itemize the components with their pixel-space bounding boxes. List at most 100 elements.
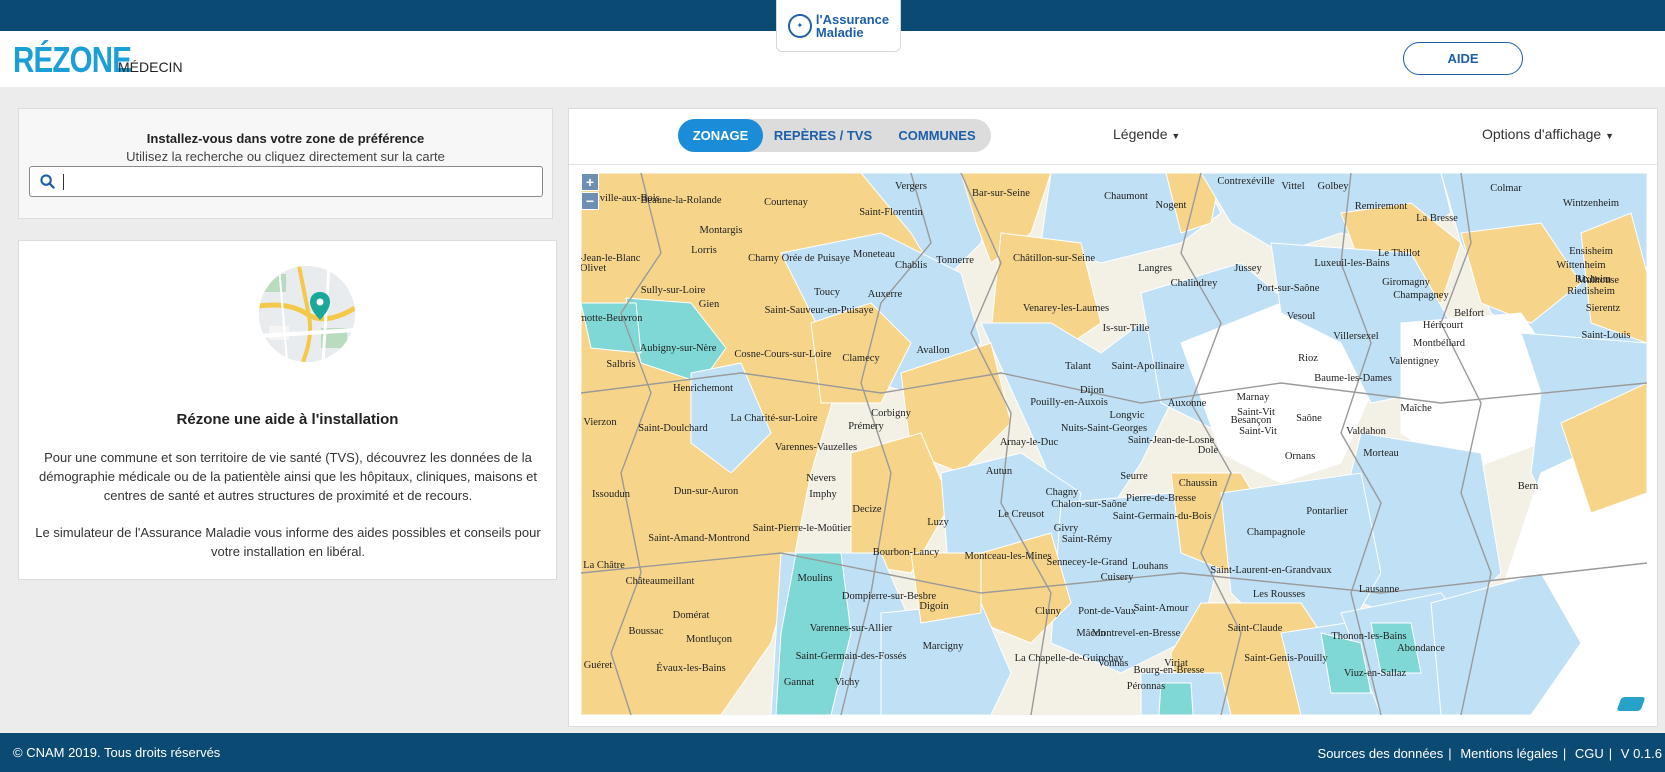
place-label: Ensisheim xyxy=(1569,246,1613,257)
place-label: Arnay-le-Duc xyxy=(999,437,1059,448)
place-label: Marcigny xyxy=(922,641,964,652)
place-label: Lamotte-Beuvron xyxy=(581,313,643,324)
place-label: Châteaumeillant xyxy=(625,576,695,587)
place-label: Sully-sur-Loire xyxy=(640,285,706,296)
help-button[interactable]: AIDE xyxy=(1403,42,1523,75)
search-input[interactable] xyxy=(63,173,513,190)
zoom-in-button[interactable]: + xyxy=(581,173,599,191)
place-label: Contrexéville xyxy=(1217,176,1275,187)
place-label: Saint-Pierre-le-Moûtier xyxy=(752,523,852,534)
place-label: Viuz-en-Sallaz xyxy=(1343,668,1407,679)
place-label: Montrevel-en-Bresse xyxy=(1091,628,1181,639)
place-label: Montargis xyxy=(699,225,743,236)
place-label: Corbigny xyxy=(871,408,911,419)
place-label: Talant xyxy=(1064,361,1092,372)
place-label: Luxeuil-les-Bains xyxy=(1314,258,1390,269)
place-label: Champagney xyxy=(1393,290,1449,301)
place-label: Saint-Rémy xyxy=(1061,534,1113,545)
footer-link-legal[interactable]: Mentions légales xyxy=(1460,746,1558,761)
place-label: Aubigny-sur-Nère xyxy=(639,343,717,354)
place-label: Lorris xyxy=(691,245,717,256)
place-label: Bourbon-Lancy xyxy=(872,547,940,558)
caret-down-icon: ▼ xyxy=(1605,131,1614,141)
place-label: Saint-Apollinaire xyxy=(1111,361,1185,372)
tab-zonage[interactable]: ZONAGE xyxy=(678,119,763,152)
place-label: La Châtre xyxy=(583,560,625,571)
place-label: Golbey xyxy=(1317,181,1349,192)
profession-label: MÉDECIN xyxy=(118,59,183,75)
place-label: Dijon xyxy=(1080,385,1104,396)
place-label: Prémery xyxy=(848,421,884,432)
place-label: Port-sur-Saône xyxy=(1256,283,1320,294)
place-label: Is-sur-Tille xyxy=(1102,323,1150,334)
place-label: Auxerre xyxy=(867,289,903,300)
place-label: Saint-Sauveur-en-Puisaye xyxy=(764,305,874,316)
zoom-out-button[interactable]: − xyxy=(581,192,599,210)
place-label: Pontarlier xyxy=(1306,506,1348,517)
display-options-dropdown[interactable]: Options d'affichage ▼ xyxy=(1482,126,1614,142)
info-panel: Rézone une aide à l'installation Pour un… xyxy=(18,240,557,580)
search-box[interactable] xyxy=(29,166,543,197)
info-paragraph-2: Le simulateur de l'Assurance Maladie vou… xyxy=(35,525,541,559)
place-label: Montceau-les-Mines xyxy=(964,551,1052,562)
place-label: Sennecey-le-Grand xyxy=(1046,557,1128,568)
footer-link-cgu[interactable]: CGU xyxy=(1575,746,1604,761)
place-label: Péronnas xyxy=(1126,681,1166,692)
place-label: Clamecy xyxy=(842,353,880,364)
place-label: Nevers xyxy=(806,473,836,484)
footer-link-sources[interactable]: Sources des données xyxy=(1318,746,1444,761)
place-label: Wittenheim xyxy=(1556,260,1606,271)
map-tabs: ZONAGE REPÈRES / TVS COMMUNES xyxy=(678,119,991,152)
place-label: Morteau xyxy=(1363,448,1399,459)
seal-icon: ✦ xyxy=(787,13,812,38)
legend-dropdown[interactable]: Légende ▼ xyxy=(1113,126,1180,142)
partner-logo-line2: Maladie xyxy=(815,24,864,40)
place-label: Nogent xyxy=(1155,200,1187,211)
zone-teal-18[interactable] xyxy=(581,302,642,354)
place-label: Saint-Germain-du-Bois xyxy=(1112,511,1212,522)
place-label: Digoin xyxy=(919,601,949,612)
place-label: Chagny xyxy=(1045,487,1079,498)
place-label: Cuisery xyxy=(1100,572,1134,583)
place-label: Besançon xyxy=(1230,415,1272,426)
assurance-maladie-logo[interactable]: ✦ l'Assurance Maladie xyxy=(776,0,901,52)
place-label: Jussey xyxy=(1234,263,1262,274)
toolbar-divider xyxy=(569,164,1659,165)
place-label: Remiremont xyxy=(1354,201,1408,212)
place-label: Charny Orée de Puisaye xyxy=(748,253,850,264)
place-label: Maîche xyxy=(1400,403,1432,414)
place-label: Saint-Genis-Pouilly xyxy=(1244,653,1328,664)
info-paragraph-1: Pour une commune et son territoire de vi… xyxy=(39,450,537,503)
place-label: Givry xyxy=(1053,523,1079,534)
tab-communes[interactable]: COMMUNES xyxy=(883,119,991,152)
place-label: Bern xyxy=(1517,481,1539,492)
version-label: V 0.1.6 xyxy=(1620,746,1662,761)
place-label: Tonnerre xyxy=(936,255,974,266)
tab-reperes-tvs[interactable]: REPÈRES / TVS xyxy=(763,119,883,152)
place-label: Le Thillot xyxy=(1377,248,1421,259)
place-label: Salbris xyxy=(606,359,636,370)
place-label: Dole xyxy=(1197,445,1219,456)
place-label: Toucy xyxy=(813,287,841,298)
place-label: Vichy xyxy=(834,677,860,688)
place-label: Valdahon xyxy=(1346,426,1386,437)
zoning-map[interactable]: Neuville-aux-Bois Beaune-la-Rolande Courte… xyxy=(581,173,1647,715)
place-label: Chaussin xyxy=(1178,478,1218,489)
place-label: Domérat xyxy=(672,610,710,621)
place-label: Decize xyxy=(852,504,882,515)
footer: © CNAM 2019. Tous droits réservés Source… xyxy=(0,733,1665,772)
place-label: Gannat xyxy=(783,677,815,688)
rezone-logo[interactable]: RÉZONE xyxy=(13,39,132,81)
place-label: Moneteau xyxy=(853,249,895,260)
place-label: Pont-de-Vaux xyxy=(1078,606,1136,617)
place-label: Avallon xyxy=(916,345,950,356)
place-label: Montbéliard xyxy=(1413,338,1465,349)
footer-links: Sources des données | Mentions légales | C… xyxy=(1317,746,1662,761)
place-label: Saint-Amour xyxy=(1133,603,1189,614)
zone-yellow-36[interactable] xyxy=(910,552,982,624)
search-subtitle: Utilisez la recherche ou cliquez directe… xyxy=(126,149,445,164)
place-label: Cluny xyxy=(1035,606,1061,617)
place-label: Boussac xyxy=(628,626,664,637)
place-label: Marnay xyxy=(1236,392,1270,403)
search-title: Installez-vous dans votre zone de préfér… xyxy=(146,131,425,146)
